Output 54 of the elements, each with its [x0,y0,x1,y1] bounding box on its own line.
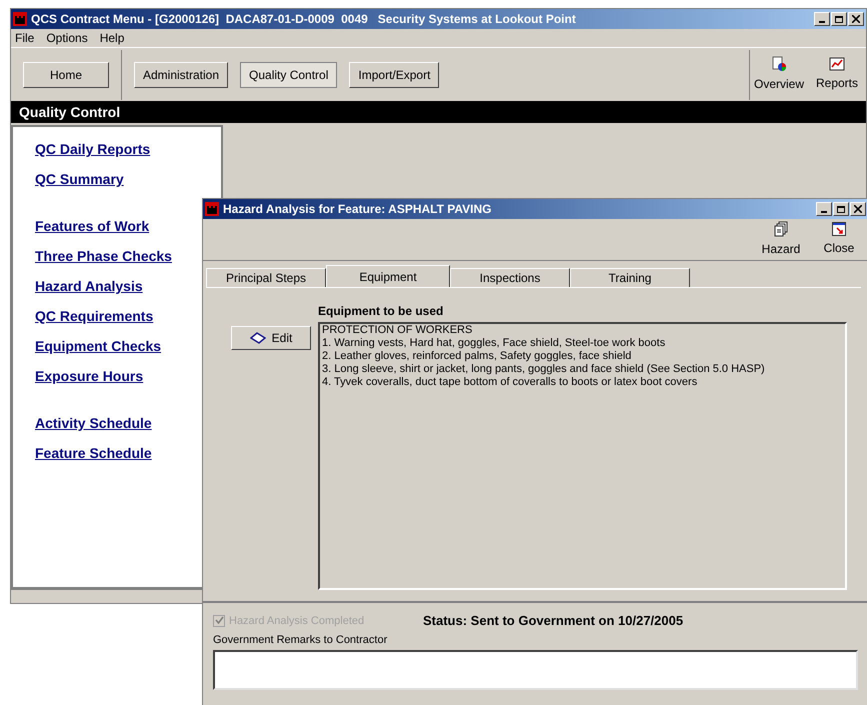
sidebar-link[interactable]: QC Requirements [35,306,154,327]
toolbar-button[interactable]: Reports [808,57,866,92]
window-close-icon [832,222,846,236]
menu-item[interactable]: File [15,29,34,47]
tab[interactable]: Inspections [450,268,570,287]
window-title: QCS Contract Menu - [G2000126] DACA87-01-D-0009 0049 Security Systems at Lookout Point [31,11,577,28]
tab[interactable]: Equipment [326,265,450,287]
minimize-button[interactable] [814,12,830,26]
equipment-text-area[interactable] [318,322,847,590]
equipment-line: 3. Long sleeve, shirt or jacket, long pants, goggles and face shield (See Section 5.0 HASP) [322,363,766,376]
toolbar-button[interactable]: Overview [750,56,808,93]
field-label: Government Remarks to Contractor [213,632,388,648]
minimize-button[interactable] [816,202,832,216]
equipment-line: 1. Warning vests, Hard hat, goggles, Face shield, Steel-toe work boots [322,337,666,350]
dialog-title: Hazard Analysis for Feature: ASPHALT PAVING [223,201,492,218]
sidebar-link[interactable]: Hazard Analysis [35,276,143,297]
close-icon [852,15,860,23]
close-icon [854,205,862,213]
maximize-button[interactable] [831,12,847,26]
nav-button[interactable]: Import/Export [349,62,440,88]
section-header: Quality Control [11,101,866,123]
sidebar-link[interactable]: Features of Work [35,216,150,237]
nav-button[interactable]: Quality Control [240,62,338,88]
sidebar-link[interactable]: Feature Schedule [35,443,152,464]
document-chart-icon [771,56,787,72]
sidebar-link[interactable]: QC Daily Reports [35,139,150,160]
sidebar-link[interactable]: Three Phase Checks [35,246,172,267]
checkmark-icon [214,616,224,626]
close-button[interactable] [850,202,866,216]
sidebar-link[interactable]: Equipment Checks [35,336,162,357]
nav-button[interactable]: Administration [134,62,228,88]
field-label: Equipment to be used [318,303,444,320]
stacked-pages-icon [774,221,788,237]
sidebar-link[interactable]: Exposure Hours [35,366,144,387]
toolbar-button[interactable]: Hazard [752,221,810,258]
nav-button[interactable]: Home [23,62,109,88]
edit-button[interactable]: Edit [231,326,311,350]
status-text: Status: Sent to Government on 10/27/2005 [423,612,684,630]
equipment-line: 2. Leather gloves, reinforced palms, Safety goggles, face shield [322,350,632,363]
equipment-line: PROTECTION OF WORKERS [322,324,474,337]
tab[interactable]: Principal Steps [206,268,326,287]
equipment-line: 4. Tyvek coveralls, duct tape bottom of coveralls to boots or latex boot covers [322,376,698,389]
castle-logo-icon [13,12,27,26]
castle-logo-icon [205,202,219,216]
maximize-button[interactable] [833,202,849,216]
line-chart-icon [829,57,845,71]
remarks-field[interactable] [213,650,858,690]
menu-item[interactable]: Help [100,29,124,47]
close-button[interactable] [848,12,864,26]
sidebar-link[interactable]: Activity Schedule [35,413,152,434]
menu-item[interactable]: Options [46,29,88,47]
sidebar-link[interactable]: QC Summary [35,169,124,190]
toolbar-button[interactable]: Close [810,222,867,257]
tab[interactable]: Training [570,268,690,287]
